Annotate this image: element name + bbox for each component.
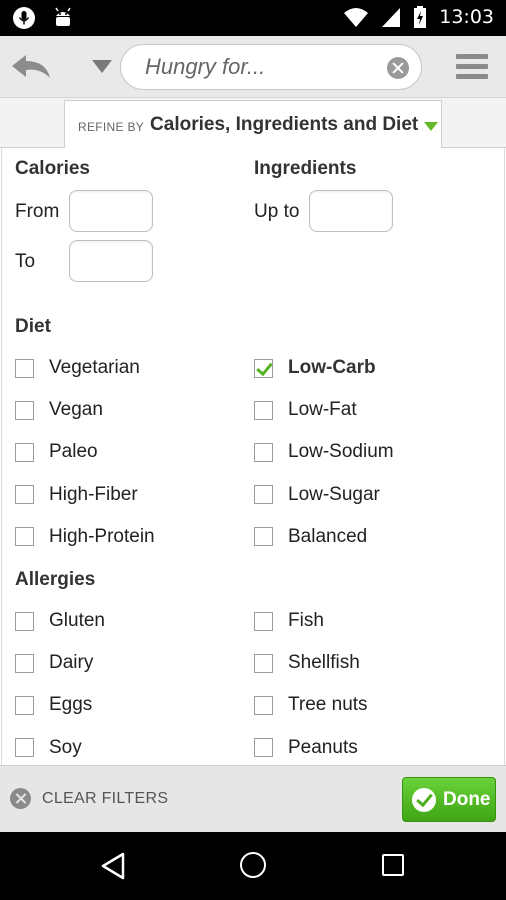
- menu-icon: [456, 54, 488, 59]
- undo-icon: [12, 55, 50, 78]
- checkbox[interactable]: [15, 611, 34, 631]
- allergy-option-gluten[interactable]: Gluten: [15, 604, 105, 638]
- refine-title: Calories, Ingredients and Diet: [150, 114, 419, 135]
- search-box: [120, 44, 422, 90]
- checkbox[interactable]: [254, 485, 273, 505]
- checkbox-label: Dairy: [49, 652, 94, 674]
- diet-option-paleo[interactable]: Paleo: [15, 435, 98, 469]
- checkbox-label: Fish: [288, 610, 324, 631]
- checkbox-label: Low-Sugar: [288, 483, 380, 505]
- signal-icon: [382, 8, 401, 27]
- footer-bar: CLEAR FILTERS Done: [0, 765, 506, 832]
- allergy-option-dairy[interactable]: Dairy: [15, 646, 93, 680]
- clear-filters-button[interactable]: CLEAR FILTERS: [10, 788, 168, 809]
- clear-filters-icon: [10, 788, 31, 809]
- diet-option-low-sugar[interactable]: Low-Sugar: [254, 478, 380, 512]
- battery-charging-icon: [414, 6, 427, 28]
- checkbox[interactable]: [15, 485, 34, 505]
- checkbox[interactable]: [15, 738, 34, 758]
- checkbox-label: Peanuts: [288, 736, 358, 758]
- diet-option-vegan[interactable]: Vegan: [15, 393, 103, 427]
- checkbox[interactable]: [15, 527, 34, 547]
- status-left-icons: [12, 6, 74, 30]
- checkbox[interactable]: [15, 358, 34, 378]
- diet-option-low-sodium[interactable]: Low-Sodium: [254, 435, 394, 469]
- ingredients-upto-input[interactable]: [309, 190, 393, 232]
- clear-filters-label: CLEAR FILTERS: [42, 789, 169, 807]
- allergy-option-soy[interactable]: Soy: [15, 731, 82, 765]
- checkbox-label: Low-Fat: [288, 399, 357, 421]
- checkbox[interactable]: [254, 527, 273, 547]
- ingredients-heading: Ingredients: [254, 158, 357, 179]
- refine-dropdown-icon: [424, 121, 439, 131]
- checkbox-label: High-Protein: [49, 525, 155, 547]
- allergy-option-fish[interactable]: Fish: [254, 604, 324, 638]
- allergy-option-eggs[interactable]: Eggs: [15, 688, 92, 722]
- checkbox-label: Eggs: [49, 694, 93, 716]
- checkbox[interactable]: [15, 400, 34, 420]
- diet-option-low-carb[interactable]: Low-Carb: [254, 351, 376, 385]
- nav-home-icon[interactable]: [240, 852, 266, 878]
- checkbox-label: Balanced: [288, 525, 368, 547]
- checkbox-label: Vegan: [49, 399, 103, 421]
- checkbox-label: Gluten: [49, 610, 105, 631]
- checkbox[interactable]: [254, 400, 273, 420]
- calories-from-input[interactable]: [69, 190, 153, 232]
- refine-prefix: REFINE BY: [78, 120, 145, 134]
- search-input[interactable]: [145, 51, 375, 83]
- checkbox[interactable]: [254, 738, 273, 758]
- calories-from-label: From: [15, 201, 60, 222]
- checkbox-label: High-Fiber: [49, 483, 138, 505]
- diet-option-high-protein[interactable]: High-Protein: [15, 520, 155, 554]
- checkbox-label: Low-Sodium: [288, 441, 394, 463]
- clear-search-icon[interactable]: [387, 57, 409, 79]
- checkbox[interactable]: [254, 695, 273, 715]
- diet-option-vegetarian[interactable]: Vegetarian: [15, 351, 140, 385]
- diet-option-low-fat[interactable]: Low-Fat: [254, 393, 357, 427]
- allergy-option-tree-nuts[interactable]: Tree nuts: [254, 688, 368, 722]
- status-right-icons: 13:03: [343, 5, 494, 29]
- status-bar: 13:03: [0, 0, 506, 36]
- checkbox[interactable]: [15, 442, 34, 462]
- done-button[interactable]: Done: [402, 777, 496, 822]
- allergy-option-peanuts[interactable]: Peanuts: [254, 731, 358, 765]
- allergy-option-shellfish[interactable]: Shellfish: [254, 646, 360, 680]
- checkbox-label: Low-Carb: [288, 357, 376, 378]
- nav-back-icon[interactable]: [100, 852, 126, 880]
- checkbox-label: Paleo: [49, 441, 98, 463]
- navigation-bar: [0, 832, 506, 900]
- app-header: [0, 36, 506, 98]
- checkbox-checked[interactable]: [254, 358, 273, 378]
- diet-option-balanced[interactable]: Balanced: [254, 520, 367, 554]
- checkbox[interactable]: [254, 611, 273, 631]
- allergies-heading: Allergies: [15, 569, 96, 590]
- filter-panel[interactable]: Calories From To Ingredients Up to Diet …: [1, 148, 505, 765]
- checkbox[interactable]: [15, 653, 34, 673]
- android-icon: [55, 7, 71, 26]
- undo-button[interactable]: [8, 50, 56, 84]
- diet-option-high-fiber[interactable]: High-Fiber: [15, 478, 138, 512]
- status-time: 13:03: [439, 6, 494, 28]
- calories-heading: Calories: [15, 158, 90, 179]
- calories-to-input[interactable]: [69, 240, 153, 282]
- nav-recents-icon[interactable]: [382, 854, 404, 876]
- diet-heading: Diet: [15, 316, 51, 337]
- checkbox[interactable]: [254, 442, 273, 462]
- check-circle-icon: [412, 787, 436, 812]
- checkbox-label: Vegetarian: [49, 357, 140, 378]
- checkbox-label: Tree nuts: [288, 694, 368, 716]
- menu-button[interactable]: [456, 54, 488, 82]
- done-label: Done: [443, 788, 491, 810]
- calories-to-label: To: [15, 251, 36, 272]
- microphone-icon: [13, 7, 35, 29]
- checkbox-label: Shellfish: [288, 652, 360, 674]
- ingredients-upto-label: Up to: [254, 201, 300, 222]
- checkbox-label: Soy: [49, 736, 82, 758]
- refine-by-tab[interactable]: REFINE BY Calories, Ingredients and Diet: [64, 100, 442, 149]
- checkbox[interactable]: [15, 695, 34, 715]
- checkbox[interactable]: [254, 653, 273, 673]
- dropdown-caret-icon[interactable]: [92, 60, 112, 73]
- wifi-icon: [344, 8, 369, 27]
